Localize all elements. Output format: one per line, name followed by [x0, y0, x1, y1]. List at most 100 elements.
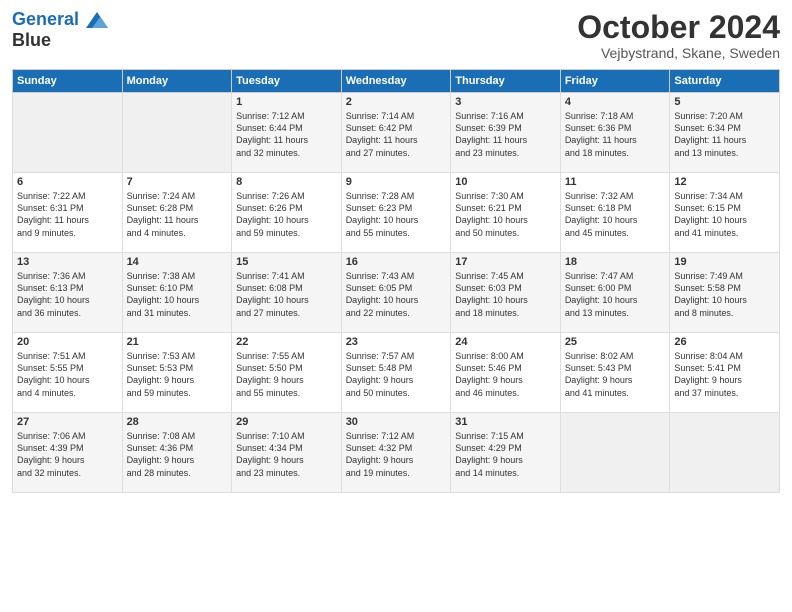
location: Vejbystrand, Skane, Sweden	[577, 45, 780, 61]
day-info: Sunrise: 7:43 AM Sunset: 6:05 PM Dayligh…	[346, 270, 447, 319]
day-header-monday: Monday	[122, 70, 232, 93]
calendar-cell: 24Sunrise: 8:00 AM Sunset: 5:46 PM Dayli…	[451, 333, 561, 413]
calendar-cell: 29 Sunrise: 7:10 AM Sunset: 4:34 PM Dayli…	[232, 413, 342, 493]
day-info: Sunrise: 7:36 AM Sunset: 6:13 PM Dayligh…	[17, 270, 118, 319]
calendar-cell: 30Sunrise: 7:12 AM Sunset: 4:32 PM Dayli…	[341, 413, 451, 493]
calendar-cell: 3Sunrise: 7:16 AM Sunset: 6:39 PM Daylig…	[451, 93, 561, 173]
calendar-cell: 10 Sunrise: 7:30 AM Sunset: 6:21 PM Dayli…	[451, 173, 561, 253]
calendar-cell: 17 Sunrise: 7:45 AM Sunset: 6:03 PM Dayli…	[451, 253, 561, 333]
day-header-friday: Friday	[560, 70, 670, 93]
week-row-3: 13 Sunrise: 7:36 AM Sunset: 6:13 PM Dayli…	[13, 253, 780, 333]
calendar-cell: 18Sunrise: 7:47 AM Sunset: 6:00 PM Dayli…	[560, 253, 670, 333]
calendar-cell: 2 Sunrise: 7:14 AM Sunset: 6:42 PM Daylig…	[341, 93, 451, 173]
day-header-saturday: Saturday	[670, 70, 780, 93]
calendar-cell: 20Sunrise: 7:51 AM Sunset: 5:55 PM Dayli…	[13, 333, 123, 413]
calendar-cell: 28 Sunrise: 7:08 AM Sunset: 4:36 PM Dayli…	[122, 413, 232, 493]
day-info: Sunrise: 7:20 AM Sunset: 6:34 PM Dayligh…	[674, 110, 775, 159]
day-info: Sunrise: 8:02 AM Sunset: 5:43 PM Dayligh…	[565, 350, 666, 399]
day-number: 13	[17, 256, 118, 268]
calendar-cell	[560, 413, 670, 493]
day-info: Sunrise: 7:18 AM Sunset: 6:36 PM Dayligh…	[565, 110, 666, 159]
day-number: 11	[565, 176, 666, 188]
day-number: 10	[455, 176, 556, 188]
day-number: 30	[346, 416, 447, 428]
calendar-cell: 25Sunrise: 8:02 AM Sunset: 5:43 PM Dayli…	[560, 333, 670, 413]
day-info: Sunrise: 7:22 AM Sunset: 6:31 PM Dayligh…	[17, 190, 118, 239]
day-info: Sunrise: 7:32 AM Sunset: 6:18 PM Dayligh…	[565, 190, 666, 239]
day-number: 8	[236, 176, 337, 188]
day-info: Sunrise: 7:26 AM Sunset: 6:26 PM Dayligh…	[236, 190, 337, 239]
calendar-cell: 8 Sunrise: 7:26 AM Sunset: 6:26 PM Daylig…	[232, 173, 342, 253]
day-number: 14	[127, 256, 228, 268]
calendar-cell: 14 Sunrise: 7:38 AM Sunset: 6:10 PM Dayli…	[122, 253, 232, 333]
day-header-wednesday: Wednesday	[341, 70, 451, 93]
day-number: 16	[346, 256, 447, 268]
calendar-cell	[13, 93, 123, 173]
page-container: General Blue October 2024 Vejbystrand, S…	[0, 0, 792, 501]
day-info: Sunrise: 7:24 AM Sunset: 6:28 PM Dayligh…	[127, 190, 228, 239]
calendar-cell: 22 Sunrise: 7:55 AM Sunset: 5:50 PM Dayli…	[232, 333, 342, 413]
day-info: Sunrise: 7:08 AM Sunset: 4:36 PM Dayligh…	[127, 430, 228, 479]
day-number: 21	[127, 336, 228, 348]
logo-text: General	[12, 10, 108, 30]
week-row-1: 1Sunrise: 7:12 AM Sunset: 6:44 PM Daylig…	[13, 93, 780, 173]
calendar-cell: 9 Sunrise: 7:28 AM Sunset: 6:23 PM Daylig…	[341, 173, 451, 253]
day-info: Sunrise: 7:45 AM Sunset: 6:03 PM Dayligh…	[455, 270, 556, 319]
day-info: Sunrise: 7:15 AM Sunset: 4:29 PM Dayligh…	[455, 430, 556, 479]
day-info: Sunrise: 7:28 AM Sunset: 6:23 PM Dayligh…	[346, 190, 447, 239]
day-info: Sunrise: 7:55 AM Sunset: 5:50 PM Dayligh…	[236, 350, 337, 399]
calendar-cell	[122, 93, 232, 173]
calendar-table: SundayMondayTuesdayWednesdayThursdayFrid…	[12, 69, 780, 493]
day-number: 7	[127, 176, 228, 188]
day-number: 28	[127, 416, 228, 428]
day-info: Sunrise: 7:38 AM Sunset: 6:10 PM Dayligh…	[127, 270, 228, 319]
day-number: 31	[455, 416, 556, 428]
title-block: October 2024 Vejbystrand, Skane, Sweden	[577, 10, 780, 61]
day-info: Sunrise: 7:10 AM Sunset: 4:34 PM Dayligh…	[236, 430, 337, 479]
day-info: Sunrise: 7:49 AM Sunset: 5:58 PM Dayligh…	[674, 270, 775, 319]
day-number: 15	[236, 256, 337, 268]
week-row-2: 6 Sunrise: 7:22 AM Sunset: 6:31 PM Daylig…	[13, 173, 780, 253]
day-number: 29	[236, 416, 337, 428]
day-info: Sunrise: 7:12 AM Sunset: 6:44 PM Dayligh…	[236, 110, 337, 159]
day-number: 4	[565, 96, 666, 108]
logo: General Blue	[12, 10, 108, 51]
week-row-4: 20Sunrise: 7:51 AM Sunset: 5:55 PM Dayli…	[13, 333, 780, 413]
calendar-cell: 19 Sunrise: 7:49 AM Sunset: 5:58 PM Dayli…	[670, 253, 780, 333]
calendar-cell: 11 Sunrise: 7:32 AM Sunset: 6:18 PM Dayli…	[560, 173, 670, 253]
day-number: 19	[674, 256, 775, 268]
day-number: 27	[17, 416, 118, 428]
day-info: Sunrise: 7:30 AM Sunset: 6:21 PM Dayligh…	[455, 190, 556, 239]
day-number: 9	[346, 176, 447, 188]
day-number: 17	[455, 256, 556, 268]
calendar-cell: 23Sunrise: 7:57 AM Sunset: 5:48 PM Dayli…	[341, 333, 451, 413]
header-row: SundayMondayTuesdayWednesdayThursdayFrid…	[13, 70, 780, 93]
day-info: Sunrise: 7:14 AM Sunset: 6:42 PM Dayligh…	[346, 110, 447, 159]
calendar-cell: 27 Sunrise: 7:06 AM Sunset: 4:39 PM Dayli…	[13, 413, 123, 493]
day-header-thursday: Thursday	[451, 70, 561, 93]
day-number: 22	[236, 336, 337, 348]
calendar-cell: 21 Sunrise: 7:53 AM Sunset: 5:53 PM Dayli…	[122, 333, 232, 413]
day-number: 6	[17, 176, 118, 188]
day-number: 18	[565, 256, 666, 268]
calendar-cell: 7 Sunrise: 7:24 AM Sunset: 6:28 PM Daylig…	[122, 173, 232, 253]
calendar-cell: 26Sunrise: 8:04 AM Sunset: 5:41 PM Dayli…	[670, 333, 780, 413]
calendar-cell: 13 Sunrise: 7:36 AM Sunset: 6:13 PM Dayli…	[13, 253, 123, 333]
day-number: 5	[674, 96, 775, 108]
day-info: Sunrise: 8:00 AM Sunset: 5:46 PM Dayligh…	[455, 350, 556, 399]
day-info: Sunrise: 7:41 AM Sunset: 6:08 PM Dayligh…	[236, 270, 337, 319]
day-number: 2	[346, 96, 447, 108]
logo-icon	[86, 12, 108, 28]
day-number: 3	[455, 96, 556, 108]
day-header-sunday: Sunday	[13, 70, 123, 93]
day-number: 12	[674, 176, 775, 188]
day-info: Sunrise: 7:51 AM Sunset: 5:55 PM Dayligh…	[17, 350, 118, 399]
logo-line2: Blue	[12, 30, 108, 51]
day-info: Sunrise: 7:06 AM Sunset: 4:39 PM Dayligh…	[17, 430, 118, 479]
calendar-cell	[670, 413, 780, 493]
day-info: Sunrise: 7:53 AM Sunset: 5:53 PM Dayligh…	[127, 350, 228, 399]
day-info: Sunrise: 8:04 AM Sunset: 5:41 PM Dayligh…	[674, 350, 775, 399]
calendar-cell: 6 Sunrise: 7:22 AM Sunset: 6:31 PM Daylig…	[13, 173, 123, 253]
day-info: Sunrise: 7:34 AM Sunset: 6:15 PM Dayligh…	[674, 190, 775, 239]
calendar-cell: 5 Sunrise: 7:20 AM Sunset: 6:34 PM Daylig…	[670, 93, 780, 173]
